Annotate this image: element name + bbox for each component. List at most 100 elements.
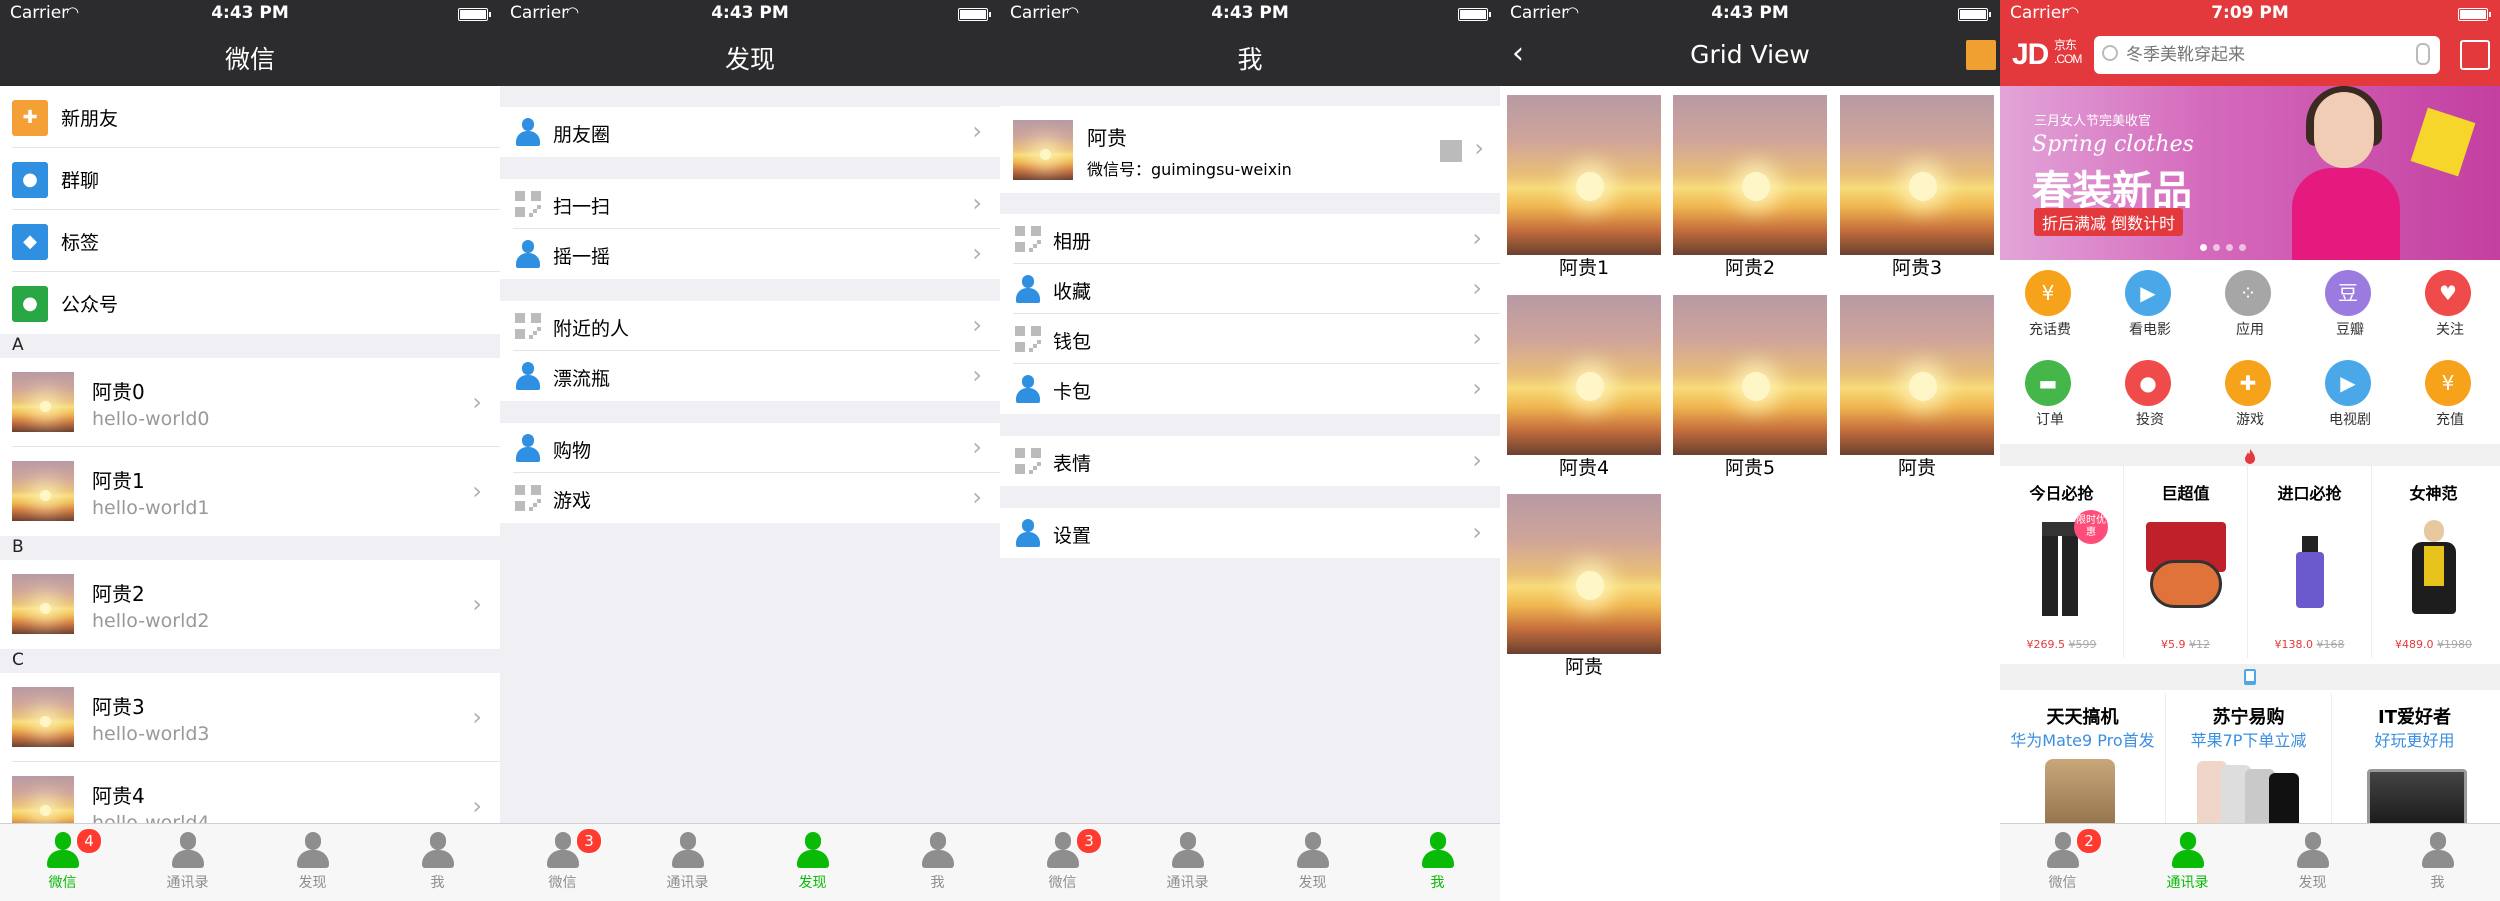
wallet-row[interactable]: 钱包 ›	[1000, 314, 1500, 364]
phone-product-image	[2025, 755, 2140, 839]
category-tv[interactable]: ▶ 电视剧	[2300, 354, 2400, 444]
scan-row[interactable]: 扫一扫 ›	[500, 179, 1000, 229]
section-divider	[2000, 664, 2500, 690]
chevron-right-icon: ›	[1472, 374, 1482, 402]
group-chat-row[interactable]: ● 群聊	[0, 148, 500, 210]
search-input[interactable]	[2124, 42, 2418, 68]
category-movie[interactable]: ▶ 看电影	[2100, 264, 2200, 354]
cards-row[interactable]: 卡包 ›	[1000, 364, 1500, 414]
row-label: 标签	[61, 232, 100, 254]
store-card[interactable]: 苏宁易购 苹果7P下单立减	[2166, 693, 2332, 843]
games-row[interactable]: 游戏 ›	[500, 473, 1000, 523]
tab-discover[interactable]: 发现	[2250, 824, 2375, 901]
promo-banner[interactable]: 三月女人节完美收官 Spring clothes 春装新品 折后满减 倒数计时	[2000, 86, 2500, 260]
tab-me[interactable]: 我	[875, 824, 1000, 901]
unread-badge: 4	[76, 828, 102, 854]
category-follow[interactable]: ♥ 关注	[2400, 264, 2500, 354]
unread-badge: 3	[576, 828, 602, 854]
scan-icon[interactable]	[2460, 40, 2490, 70]
grid-item[interactable]: 阿贵3	[1840, 95, 1994, 281]
tab-me[interactable]: 我	[375, 824, 500, 901]
new-friends-row[interactable]: ✚ 新朋友	[0, 86, 500, 148]
deal-card[interactable]: 巨超值 ¥5.9 ¥12	[2124, 466, 2248, 658]
tab-chats[interactable]: 微信 2	[2000, 824, 2125, 901]
contact-row[interactable]: 阿贵3 hello-world3 ›	[0, 673, 500, 762]
deal-card[interactable]: 今日必抢 限时优惠 ¥269.5 ¥599	[2000, 466, 2124, 658]
shopping-row[interactable]: 购物 ›	[500, 423, 1000, 473]
pants-image: 限时优惠	[2022, 510, 2108, 616]
person-icon	[1013, 274, 1043, 304]
grid-item[interactable]: 阿贵4	[1507, 295, 1661, 481]
fashion-model-image	[2394, 516, 2474, 616]
iphone-product-image	[2191, 755, 2306, 843]
tab-contacts[interactable]: 通讯录	[625, 824, 750, 901]
search-bar[interactable]	[2094, 36, 2440, 74]
deal-price: ¥5.9 ¥12	[2161, 638, 2210, 651]
category-phone-topup[interactable]: ¥ 充话费	[2000, 264, 2100, 354]
row-label: 群聊	[61, 170, 100, 192]
settings-row[interactable]: 设置 ›	[1000, 508, 1500, 558]
deal-card[interactable]: 进口必抢 ¥138.0 ¥168	[2248, 466, 2372, 658]
row-label: 扫一扫	[553, 196, 611, 218]
tab-me[interactable]: 我	[2375, 824, 2500, 901]
store-card[interactable]: 天天搞机 华为Mate9 Pro首发	[2000, 693, 2166, 839]
tab-discover[interactable]: 发现	[250, 824, 375, 901]
qr-code-icon[interactable]	[1438, 138, 1462, 162]
microphone-icon[interactable]	[2416, 43, 2430, 65]
tab-chats[interactable]: 微信 3	[1000, 824, 1125, 901]
contact-name: 阿贵2	[92, 582, 145, 606]
tab-me[interactable]: 我	[1375, 824, 1500, 901]
grid-label: 阿贵2	[1724, 257, 1776, 279]
tab-contacts[interactable]: 通讯录	[2125, 824, 2250, 901]
moments-row[interactable]: 朋友圈 ›	[500, 107, 1000, 157]
drift-bottle-row[interactable]: 漂流瓶 ›	[500, 351, 1000, 401]
category-games[interactable]: ✚ 游戏	[2200, 354, 2300, 444]
profile-row[interactable]: 阿贵 微信号：guimingsu-weixin ›	[1000, 106, 1500, 193]
person-icon	[513, 433, 543, 463]
battery-icon	[1958, 8, 1991, 21]
people-nearby-row[interactable]: 附近的人 ›	[500, 301, 1000, 351]
category-douban[interactable]: 豆 豆瓣	[2300, 264, 2400, 354]
tab-bar: 微信 3 通讯录 发现 我	[500, 823, 1000, 901]
shake-row[interactable]: 摇一摇 ›	[500, 229, 1000, 279]
add-contact-icon[interactable]	[1966, 40, 1996, 70]
search-icon	[2102, 45, 2118, 61]
store-title: 苏宁易购	[2212, 707, 2285, 728]
banner-model-image	[2272, 86, 2422, 260]
grid-item[interactable]: 阿贵	[1840, 295, 1994, 481]
category-invest[interactable]: ● 投资	[2100, 354, 2200, 444]
status-bar: Carrier ◠ 7:09 PM	[2000, 0, 2500, 28]
album-row[interactable]: 相册 ›	[1000, 214, 1500, 264]
grid-item[interactable]: 阿贵	[1507, 494, 1661, 680]
tab-chats[interactable]: 微信 3	[500, 824, 625, 901]
tab-discover[interactable]: 发现	[1250, 824, 1375, 901]
contact-row[interactable]: 阿贵2 hello-world2 ›	[0, 560, 500, 649]
chevron-right-icon: ›	[1474, 134, 1484, 162]
row-label: 摇一摇	[553, 246, 611, 268]
banner-subtitle: Spring clothes	[2032, 132, 2194, 157]
deal-title: 进口必抢	[2277, 484, 2342, 503]
deal-card[interactable]: 女神范 ¥489.0 ¥1980	[2372, 466, 2500, 658]
tab-discover[interactable]: 发现	[750, 824, 875, 901]
official-accounts-row[interactable]: ● 公众号	[0, 272, 500, 334]
grid-image	[1840, 295, 1994, 455]
grid-item[interactable]: 阿贵5	[1673, 295, 1827, 481]
grid-image	[1507, 295, 1661, 455]
me-screen: 我 Carrier ◠ 4:43 PM 阿贵 微信号：guimingsu-wei…	[1000, 0, 1500, 901]
category-recharge[interactable]: ¥ 充值	[2400, 354, 2500, 444]
contact-row[interactable]: 阿贵0 hello-world0 ›	[0, 358, 500, 447]
tab-chats[interactable]: 微信 4	[0, 824, 125, 901]
category-apps[interactable]: ⁘ 应用	[2200, 264, 2300, 354]
tab-contacts[interactable]: 通讯录	[125, 824, 250, 901]
grid-item[interactable]: 阿贵2	[1673, 95, 1827, 281]
row-label: 朋友圈	[553, 124, 611, 146]
tab-contacts[interactable]: 通讯录	[1125, 824, 1250, 901]
store-card[interactable]: IT爱好者 好玩更好用	[2332, 693, 2500, 829]
tags-row[interactable]: ◆ 标签	[0, 210, 500, 272]
stickers-row[interactable]: 表情 ›	[1000, 436, 1500, 486]
category-orders[interactable]: ▬ 订单	[2000, 354, 2100, 444]
grid-item[interactable]: 阿贵1	[1507, 95, 1661, 281]
deal-title: 巨超值	[2161, 484, 2210, 503]
favorites-row[interactable]: 收藏 ›	[1000, 264, 1500, 314]
contact-row[interactable]: 阿贵1 hello-world1 ›	[0, 447, 500, 536]
